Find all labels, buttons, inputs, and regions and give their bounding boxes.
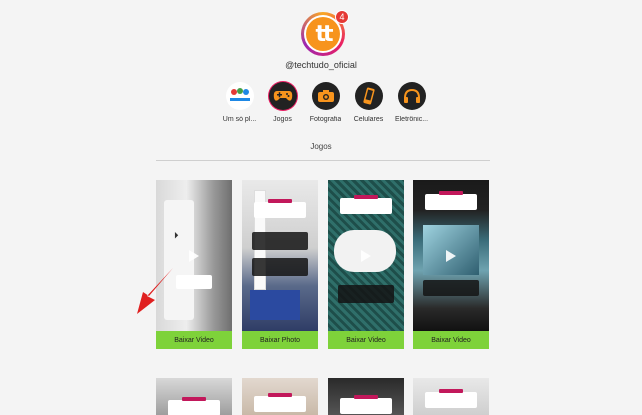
red-arrow-icon [137,268,173,314]
section-divider [156,160,490,161]
post-card: Baixar Photo [242,180,318,349]
profile-avatar[interactable]: tt 4 [301,10,349,56]
highlight-fotografia[interactable]: Fotografia [304,82,347,123]
planeta-logo-icon [225,82,254,110]
post-thumbnail[interactable] [413,378,489,415]
download-button[interactable]: Baixar Video [156,331,232,349]
play-icon [361,249,371,262]
highlights-row: Um só pl... Jogos Fotografia Celulares E… [218,82,433,123]
post-card [328,378,404,415]
section-title: Jogos [310,142,332,151]
play-icon [189,249,199,262]
post-card [156,378,232,415]
play-icon [446,249,456,262]
post-thumbnail[interactable] [328,378,404,415]
phone-icon [354,82,383,110]
post-card [242,378,318,415]
post-card: Baixar Video [328,180,404,349]
notification-badge: 4 [335,10,349,24]
download-button[interactable]: Baixar Video [328,331,404,349]
highlight-jogos[interactable]: Jogos [261,82,304,123]
highlight-eletronicos[interactable]: Eletrônic... [390,82,433,123]
post-card: ⏵ Baixar Video [156,180,232,349]
post-card: Baixar Video [413,180,489,349]
post-card [413,378,489,415]
download-button[interactable]: Baixar Photo [242,331,318,349]
post-thumbnail[interactable] [413,180,489,331]
post-thumbnail[interactable] [328,180,404,331]
post-thumbnail[interactable] [242,180,318,331]
download-button[interactable]: Baixar Video [413,331,489,349]
headphones-icon [397,82,426,110]
post-thumbnail[interactable] [242,378,318,415]
gamepad-icon [268,82,297,110]
camera-icon [311,82,340,110]
avatar-logo: tt [306,17,340,51]
highlight-celulares[interactable]: Celulares [347,82,390,123]
highlight-um-so-planeta[interactable]: Um só pl... [218,82,261,123]
post-thumbnail[interactable] [156,378,232,415]
profile-username: @techtudo_oficial [285,60,357,70]
